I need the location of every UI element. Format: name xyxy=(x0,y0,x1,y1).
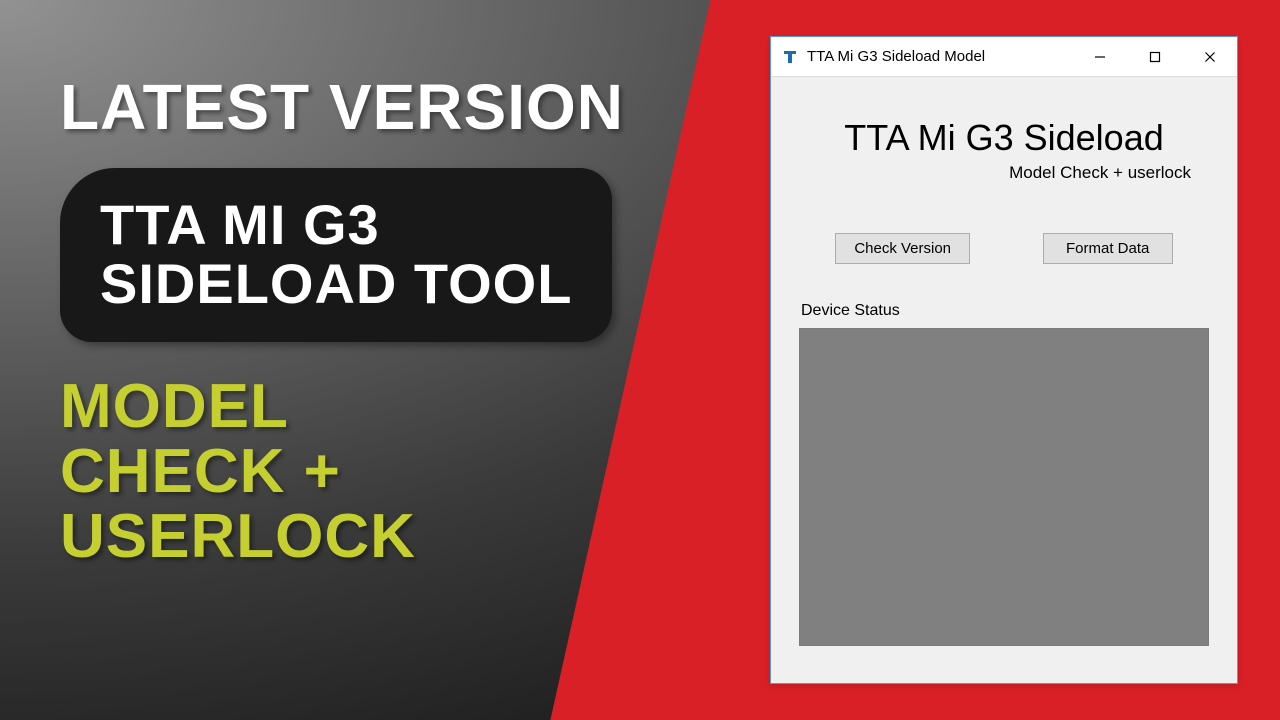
promo-badge: TTA MI G3 SIDELOAD TOOL xyxy=(60,168,612,342)
format-data-button[interactable]: Format Data xyxy=(1043,233,1173,264)
minimize-button[interactable] xyxy=(1072,37,1127,77)
promo-text-block: LATEST VERSION TTA MI G3 SIDELOAD TOOL M… xyxy=(60,70,624,569)
promo-subtext-line3: USERLOCK xyxy=(60,504,624,569)
promo-badge-line2: SIDELOAD TOOL xyxy=(100,255,572,314)
check-version-button[interactable]: Check Version xyxy=(835,233,970,264)
app-heading: TTA Mi G3 Sideload xyxy=(799,117,1209,159)
device-status-label: Device Status xyxy=(801,302,1209,320)
promo-headline: LATEST VERSION xyxy=(60,70,624,144)
window-controls xyxy=(1072,37,1237,76)
promo-subtext: MODEL CHECK + USERLOCK xyxy=(60,374,624,569)
device-status-output xyxy=(799,328,1209,646)
window-body: TTA Mi G3 Sideload Model Check + userloc… xyxy=(771,77,1237,646)
app-letter-t-icon xyxy=(781,48,799,66)
button-row: Check Version Format Data xyxy=(799,233,1209,264)
window-title: TTA Mi G3 Sideload Model xyxy=(807,48,1072,65)
promo-subtext-line1: MODEL xyxy=(60,374,624,439)
maximize-button[interactable] xyxy=(1127,37,1182,77)
titlebar[interactable]: TTA Mi G3 Sideload Model xyxy=(771,37,1237,77)
app-window: TTA Mi G3 Sideload Model TTA Mi G3 Sidel… xyxy=(770,36,1238,684)
close-button[interactable] xyxy=(1182,37,1237,77)
app-subheading: Model Check + userlock xyxy=(799,163,1209,183)
promo-badge-line1: TTA MI G3 xyxy=(100,196,572,255)
promo-subtext-line2: CHECK + xyxy=(60,439,624,504)
